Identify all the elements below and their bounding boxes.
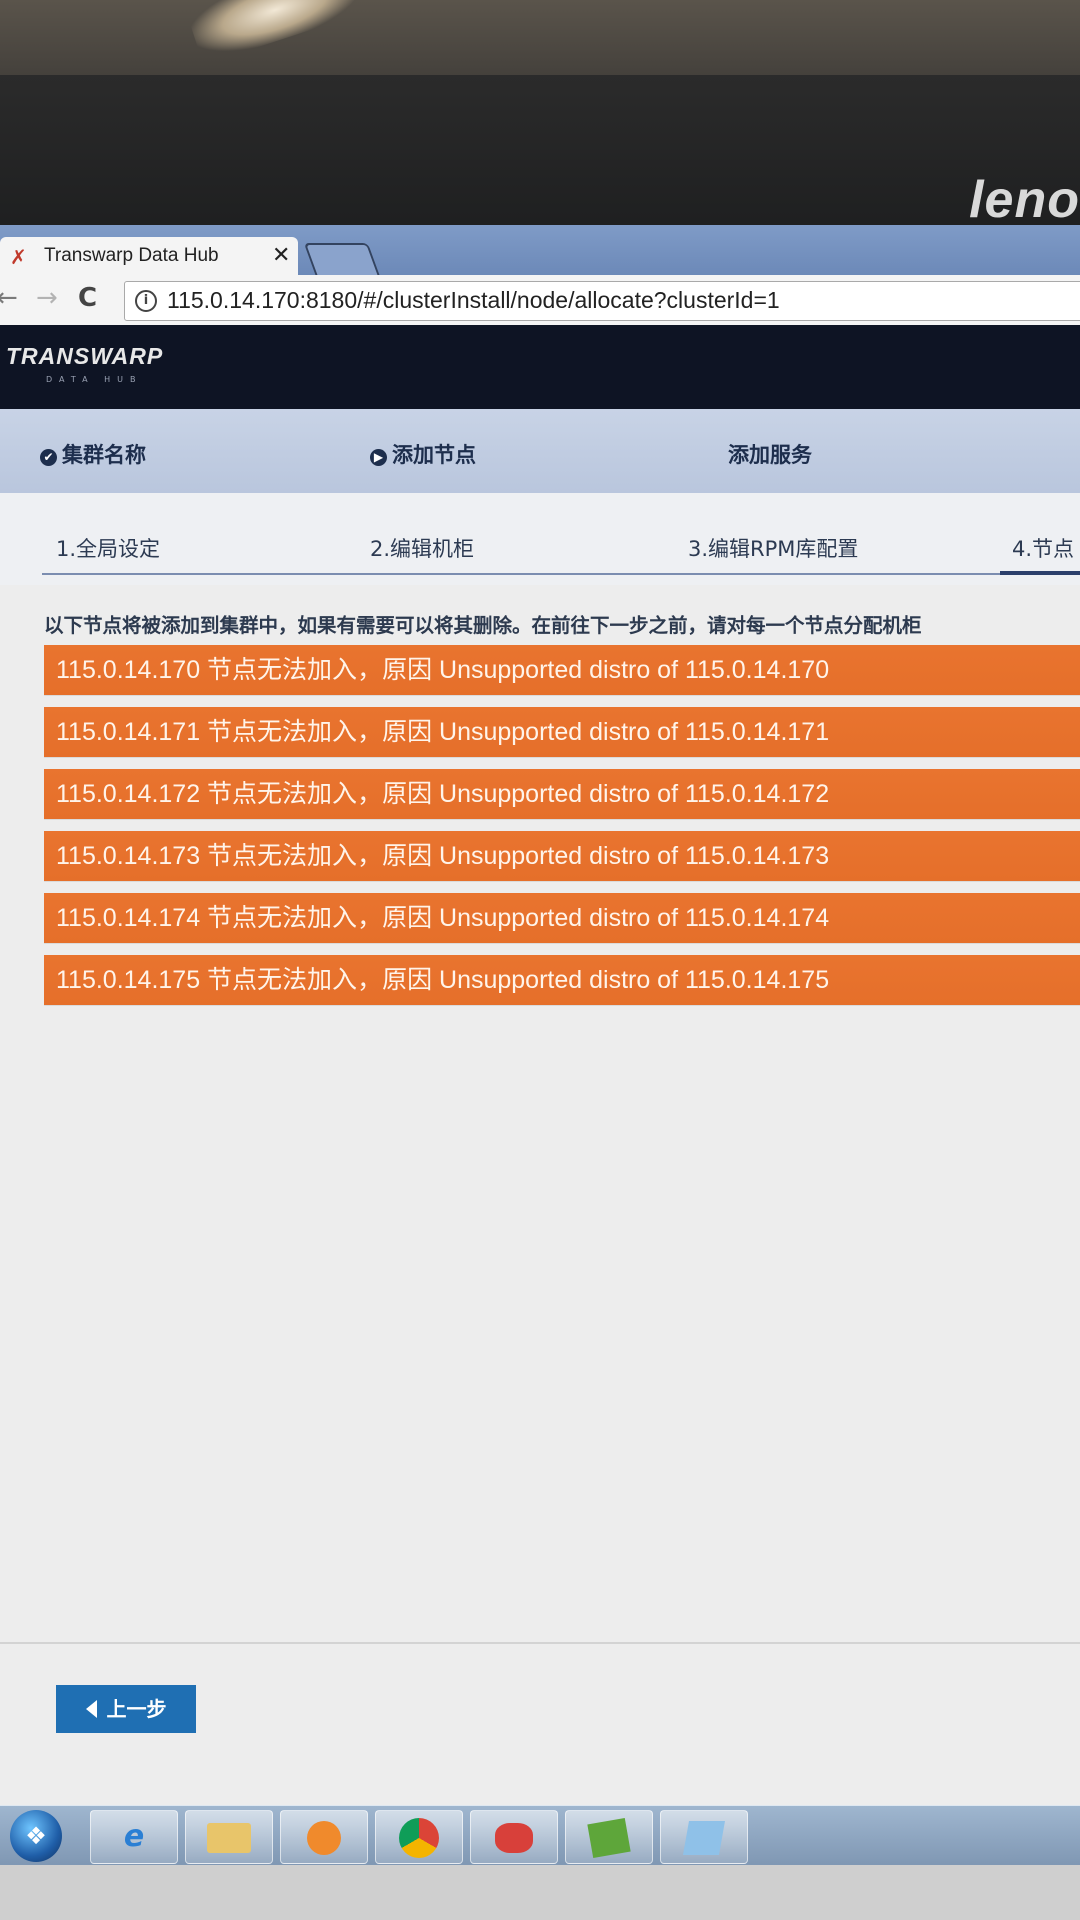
new-tab-button[interactable] [303, 243, 381, 277]
substep-divider [42, 573, 1080, 575]
node-error-alert: 115.0.14.174 节点无法加入，原因 Unsupported distr… [44, 893, 1080, 943]
internet-explorer-icon[interactable]: e [90, 1810, 178, 1864]
instruction-text: 以下节点将被添加到集群中，如果有需要可以将其删除。在前往下一步之前，请对每一个节… [44, 614, 922, 637]
substep-global-settings[interactable]: 1.全局设定 [56, 533, 160, 563]
reload-icon[interactable]: C [78, 283, 97, 313]
address-bar[interactable]: i 115.0.14.170:8180/#/clusterInstall/nod… [124, 281, 1080, 321]
browser-toolbar: ← → C i 115.0.14.170:8180/#/clusterInsta… [0, 275, 1080, 325]
close-tab-icon[interactable]: ✕ [272, 243, 290, 268]
browser-tab-bar: ✗ Transwarp Data Hub ✕ [0, 225, 1080, 277]
play-circle-icon: ▶ [370, 449, 387, 466]
file-explorer-icon[interactable] [185, 1810, 273, 1864]
node-error-alert: 115.0.14.173 节点无法加入，原因 Unsupported distr… [44, 831, 1080, 881]
windows-taskbar: ❖ e [0, 1805, 1080, 1865]
app-header: TRANSWARP DATA HUB [0, 325, 1080, 409]
node-error-alert: 115.0.14.170 节点无法加入，原因 Unsupported distr… [44, 645, 1080, 695]
app-red-icon[interactable] [470, 1810, 558, 1864]
check-circle-icon: ✔ [40, 449, 57, 466]
forward-arrow-icon[interactable]: → [36, 283, 58, 313]
step-label: 添加节点 [392, 443, 476, 467]
substep-nodes[interactable]: 4.节点 [1012, 533, 1074, 563]
main-content: 以下节点将被添加到集群中，如果有需要可以将其删除。在前往下一步之前，请对每一个节… [0, 585, 1080, 1865]
step-label: 添加服务 [728, 443, 812, 467]
media-player-icon[interactable] [280, 1810, 368, 1864]
step-add-services[interactable]: 添加服务 [728, 439, 812, 469]
node-error-alert: 115.0.14.172 节点无法加入，原因 Unsupported distr… [44, 769, 1080, 819]
ceiling-light [184, 0, 366, 65]
start-orb-icon[interactable]: ❖ [10, 1810, 62, 1862]
url-text[interactable]: 115.0.14.170:8180/#/clusterInstall/node/… [167, 287, 780, 314]
back-arrow-icon[interactable]: ← [0, 283, 18, 313]
node-error-alert: 115.0.14.175 节点无法加入，原因 Unsupported distr… [44, 955, 1080, 1005]
node-error-alert: 115.0.14.171 节点无法加入，原因 Unsupported distr… [44, 707, 1080, 757]
transwarp-favicon-icon: ✗ [10, 245, 27, 269]
app-blue-icon[interactable] [660, 1810, 748, 1864]
wizard-substep-tabs: 1.全局设定 2.编辑机柜 3.编辑RPM库配置 4.节点 [0, 493, 1080, 585]
app-green-icon[interactable] [565, 1810, 653, 1864]
browser-tab[interactable]: ✗ Transwarp Data Hub ✕ [0, 237, 298, 275]
tab-title: Transwarp Data Hub [44, 245, 219, 266]
step-cluster-name[interactable]: ✔ 集群名称 [40, 439, 146, 469]
footer-divider [0, 1642, 1080, 1644]
substep-active-indicator [1000, 571, 1080, 575]
step-add-nodes[interactable]: ▶ 添加节点 [370, 439, 476, 469]
step-label: 集群名称 [62, 443, 146, 467]
left-triangle-icon [85, 1700, 97, 1718]
site-info-icon[interactable]: i [135, 290, 157, 312]
node-error-list: 115.0.14.170 节点无法加入，原因 Unsupported distr… [44, 645, 1080, 1017]
previous-step-label: 上一步 [106, 1697, 167, 1721]
previous-step-button[interactable]: 上一步 [56, 1685, 196, 1733]
wizard-step-bar: ✔ 集群名称 ▶ 添加节点 添加服务 [0, 409, 1080, 493]
substep-edit-rpm-repo[interactable]: 3.编辑RPM库配置 [688, 533, 858, 563]
transwarp-logo-subtitle: DATA HUB [46, 375, 143, 384]
chrome-icon[interactable] [375, 1810, 463, 1864]
substep-edit-rack[interactable]: 2.编辑机柜 [370, 533, 474, 563]
monitor-brand-logo: leno [969, 171, 1080, 229]
transwarp-logo[interactable]: TRANSWARP [6, 343, 163, 370]
screen: ✗ Transwarp Data Hub ✕ ← → C i 115.0.14.… [0, 225, 1080, 1865]
monitor-bezel: leno [0, 75, 1080, 235]
